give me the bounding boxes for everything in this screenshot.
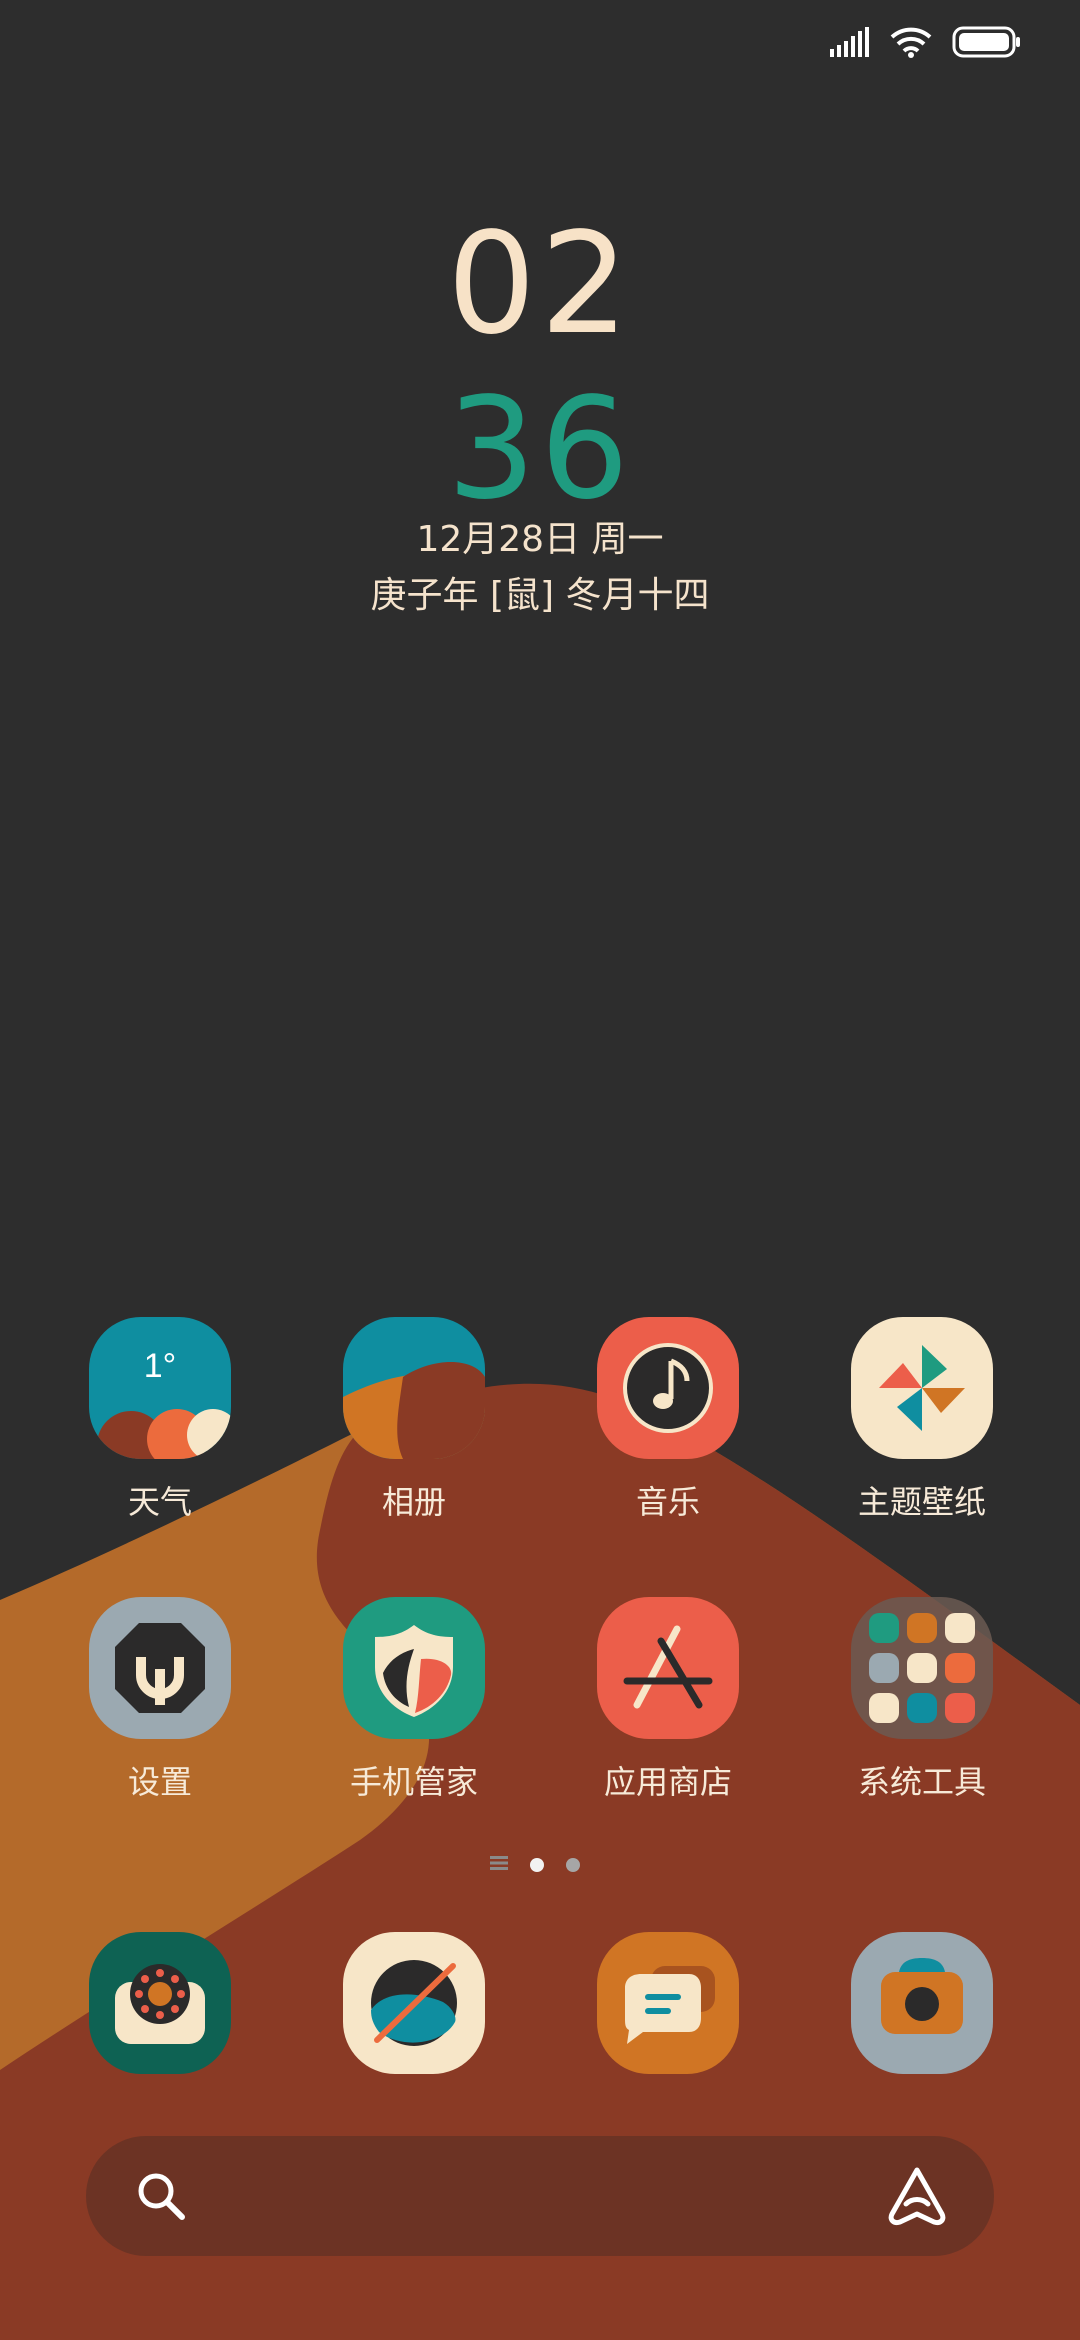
app-system-tools[interactable]: 系统工具 xyxy=(812,1597,1032,1803)
app-label: 手机管家 xyxy=(349,1763,478,1801)
wifi-icon xyxy=(890,26,932,62)
clock-lunar-date: 庚子年 [鼠] 冬月十四 xyxy=(370,575,710,616)
app-label: 主题壁纸 xyxy=(857,1483,986,1521)
clock-minute[interactable]: 36 xyxy=(0,375,1080,525)
dock-phone[interactable] xyxy=(50,1932,270,2074)
phone-icon xyxy=(89,1932,231,2074)
app-weather[interactable]: 1° 天气 xyxy=(50,1317,270,1523)
home-screen: 02 36 12月28日 周一 庚子年 [鼠] 冬月十四 1° 天气 相册 音乐… xyxy=(0,0,1080,2340)
status-bar xyxy=(830,26,1022,62)
browser-icon xyxy=(343,1932,485,2074)
pinwheel-icon xyxy=(851,1317,993,1459)
messages-icon xyxy=(597,1932,739,2074)
app-label: 天气 xyxy=(127,1483,192,1521)
search-bar[interactable] xyxy=(86,2136,994,2256)
folder-icon xyxy=(851,1597,993,1739)
app-label: 应用商店 xyxy=(603,1763,732,1801)
app-label: 音乐 xyxy=(635,1483,700,1521)
app-music[interactable]: 音乐 xyxy=(558,1317,778,1523)
page-dot[interactable] xyxy=(566,1857,580,1872)
camera-icon xyxy=(851,1932,993,2074)
app-themes[interactable]: 主题壁纸 xyxy=(812,1317,1032,1523)
clock-date[interactable]: 12月28日 周一 xyxy=(0,510,1080,562)
music-icon xyxy=(597,1317,739,1459)
app-security[interactable]: 手机管家 xyxy=(304,1597,524,1803)
app-store-icon xyxy=(597,1597,739,1739)
dock-messages[interactable] xyxy=(558,1932,778,2074)
search-icon[interactable] xyxy=(134,2169,188,2227)
app-label: 设置 xyxy=(127,1763,192,1801)
dock-browser[interactable] xyxy=(304,1932,524,2074)
app-label: 系统工具 xyxy=(857,1763,986,1801)
page-dot-active[interactable] xyxy=(530,1857,544,1872)
app-app-store[interactable]: 应用商店 xyxy=(558,1597,778,1803)
app-settings[interactable]: 设置 xyxy=(50,1597,270,1803)
gallery-icon xyxy=(343,1317,485,1459)
signal-icon xyxy=(830,27,870,61)
weather-temp: 1° xyxy=(144,1347,177,1385)
page-indicator[interactable] xyxy=(490,1855,580,1874)
app-gallery[interactable]: 相册 xyxy=(304,1317,524,1523)
drawer-handle-icon[interactable] xyxy=(490,1855,508,1874)
battery-icon xyxy=(952,26,1022,62)
weather-icon: 1° xyxy=(89,1317,231,1459)
dock-camera[interactable] xyxy=(812,1932,1032,2074)
clock-hour[interactable]: 02 xyxy=(0,210,1080,360)
shield-icon xyxy=(343,1597,485,1739)
app-label: 相册 xyxy=(381,1483,446,1521)
settings-icon xyxy=(89,1597,231,1739)
assistant-icon[interactable] xyxy=(884,2164,950,2232)
